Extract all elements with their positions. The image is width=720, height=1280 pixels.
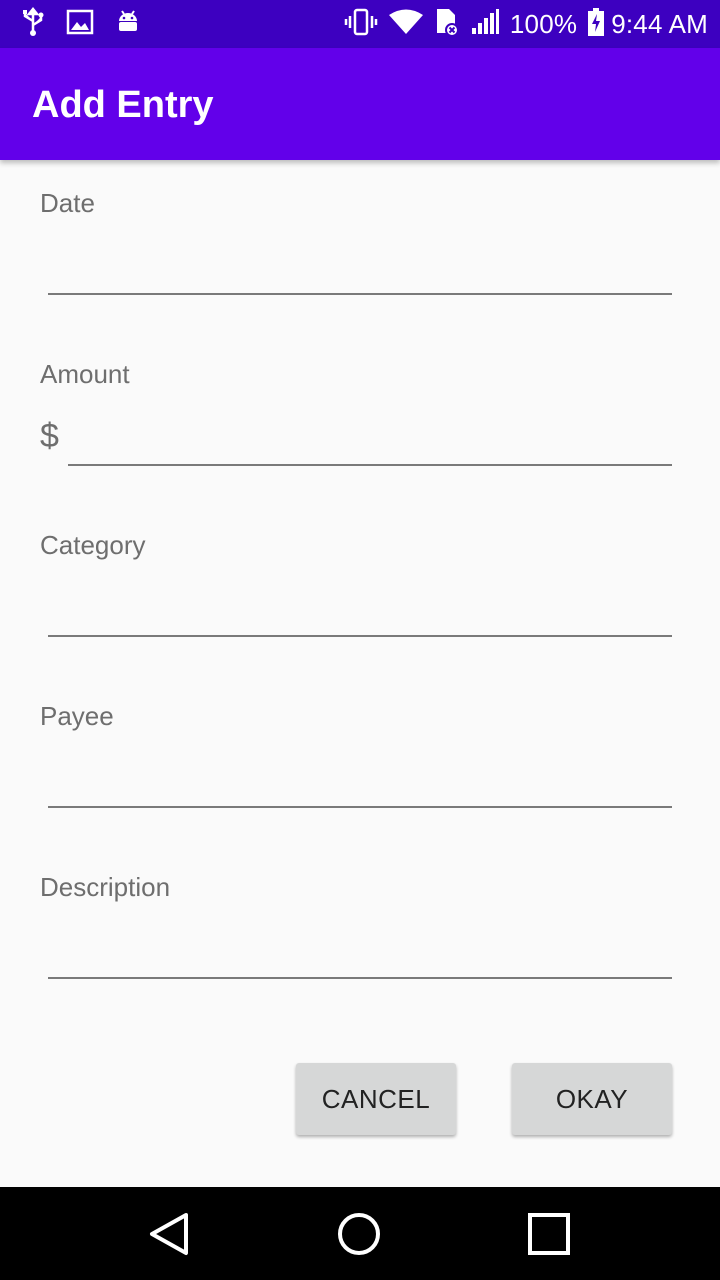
- usb-icon: [20, 6, 46, 42]
- amount-label: Amount: [40, 359, 130, 389]
- battery-charging-icon: [587, 7, 605, 42]
- description-field[interactable]: [48, 928, 672, 976]
- description-label: Description: [40, 872, 171, 902]
- payee-label: Payee: [40, 701, 114, 731]
- status-bar: 100% 9:44 AM: [0, 0, 720, 48]
- payee-field[interactable]: [48, 757, 672, 805]
- amount-underline: [68, 464, 672, 466]
- category-label: Category: [40, 530, 146, 560]
- navigation-bar: [0, 1187, 720, 1280]
- category-underline: [48, 635, 672, 637]
- cancel-button[interactable]: CANCEL: [296, 1063, 456, 1135]
- okay-button[interactable]: OKAY: [512, 1063, 672, 1135]
- app-bar: Add Entry: [0, 48, 720, 160]
- home-icon[interactable]: [334, 1209, 384, 1259]
- image-icon: [66, 9, 94, 40]
- category-field[interactable]: [48, 586, 672, 634]
- payee-underline: [48, 806, 672, 808]
- wifi-icon: [388, 8, 424, 41]
- amount-field[interactable]: [68, 415, 672, 463]
- currency-symbol: $: [40, 417, 59, 455]
- sim-error-icon: [434, 7, 460, 42]
- page-title: Add Entry: [32, 84, 214, 126]
- date-label: Date: [40, 188, 95, 218]
- status-time: 9:44 AM: [611, 8, 708, 39]
- android-icon: [114, 8, 142, 41]
- recents-icon[interactable]: [524, 1209, 574, 1259]
- battery-percent: 100%: [509, 8, 578, 39]
- back-icon[interactable]: [144, 1209, 194, 1259]
- description-underline: [48, 977, 672, 979]
- date-field[interactable]: [48, 244, 672, 292]
- vibrate-icon: [344, 8, 378, 41]
- signal-icon: [470, 8, 500, 41]
- date-underline: [48, 293, 672, 295]
